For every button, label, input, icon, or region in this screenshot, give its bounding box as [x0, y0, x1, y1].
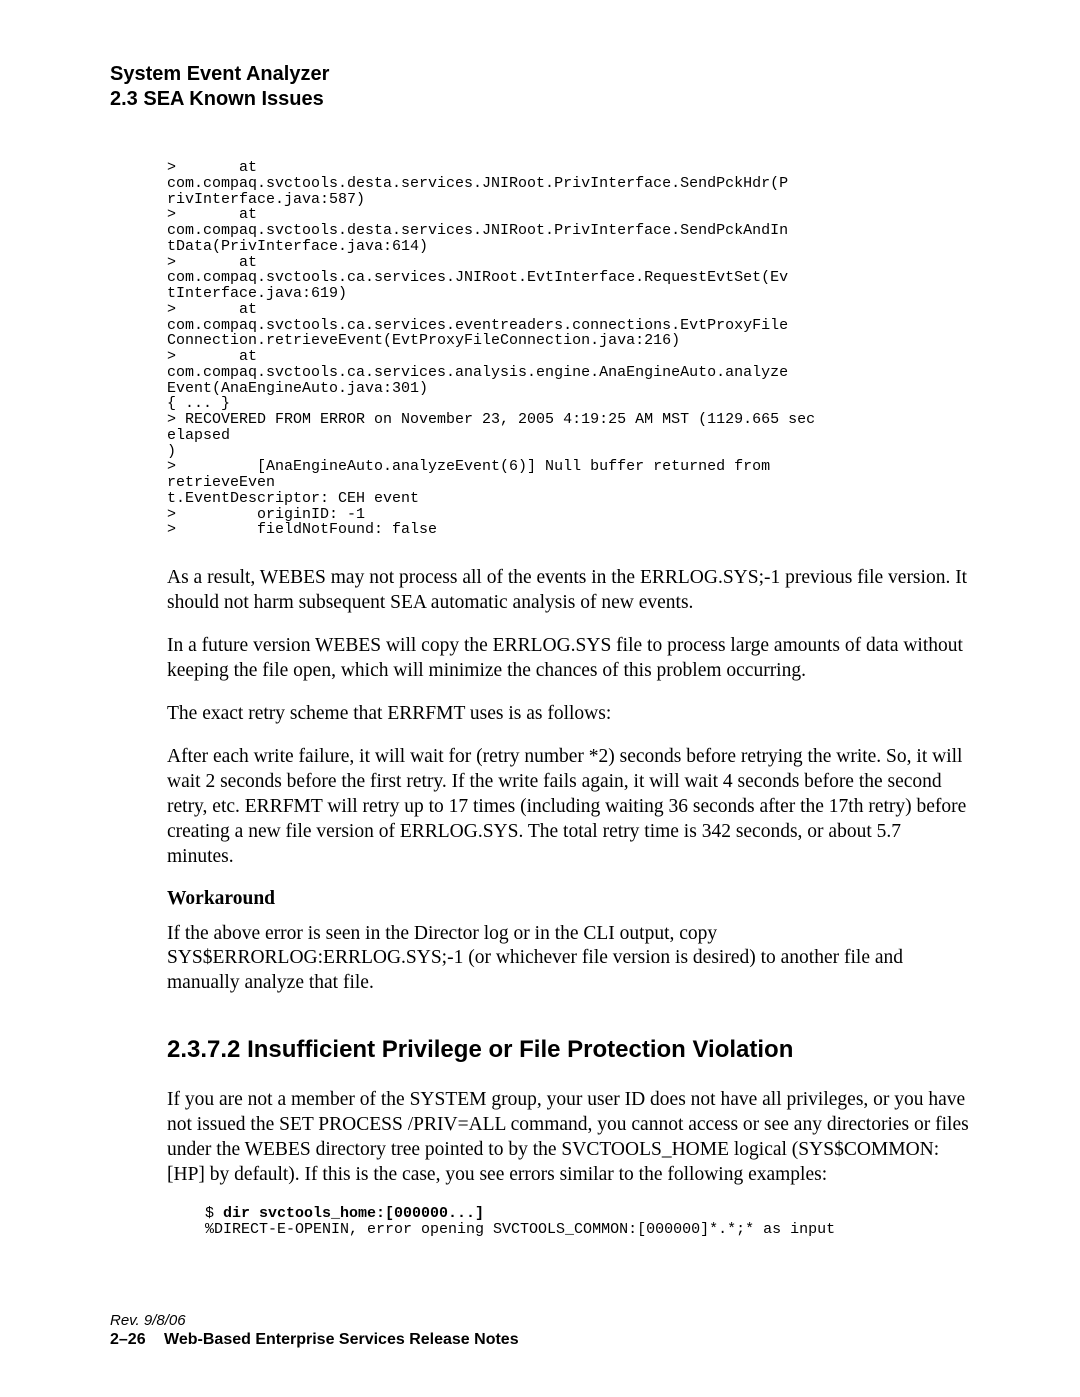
- command-text: dir svctools_home:[000000...]: [223, 1205, 484, 1222]
- page-footer: Rev. 9/8/06 2–26 Web-Based Enterprise Se…: [110, 1312, 519, 1349]
- footer-title-line: 2–26 Web-Based Enterprise Services Relea…: [110, 1331, 519, 1349]
- workaround-heading: Workaround: [167, 888, 970, 910]
- document-title: Web-Based Enterprise Services Release No…: [164, 1331, 519, 1349]
- stack-trace-block: > at com.compaq.svctools.desta.services.…: [167, 160, 970, 538]
- header-line-1: System Event Analyzer: [110, 62, 970, 87]
- paragraph: After each write failure, it will wait f…: [167, 745, 970, 870]
- document-page: System Event Analyzer 2.3 SEA Known Issu…: [0, 0, 1080, 1397]
- page-number: 2–26: [110, 1331, 146, 1349]
- paragraph: If you are not a member of the SYSTEM gr…: [167, 1088, 970, 1188]
- header-line-2: 2.3 SEA Known Issues: [110, 87, 970, 112]
- paragraph: If the above error is seen in the Direct…: [167, 922, 970, 997]
- paragraph: The exact retry scheme that ERRFMT uses …: [167, 702, 970, 727]
- page-content: > at com.compaq.svctools.desta.services.…: [167, 160, 970, 1238]
- revision-date: Rev. 9/8/06: [110, 1312, 519, 1329]
- command-example-block: $ dir svctools_home:[000000...] %DIRECT-…: [205, 1206, 970, 1238]
- running-header: System Event Analyzer 2.3 SEA Known Issu…: [110, 62, 970, 112]
- paragraph: As a result, WEBES may not process all o…: [167, 566, 970, 616]
- prompt: $: [205, 1205, 223, 1222]
- error-output-line: %DIRECT-E-OPENIN, error opening SVCTOOLS…: [205, 1221, 835, 1238]
- section-heading-2-3-7-2: 2.3.7.2 Insufficient Privilege or File P…: [167, 1036, 970, 1064]
- paragraph: In a future version WEBES will copy the …: [167, 634, 970, 684]
